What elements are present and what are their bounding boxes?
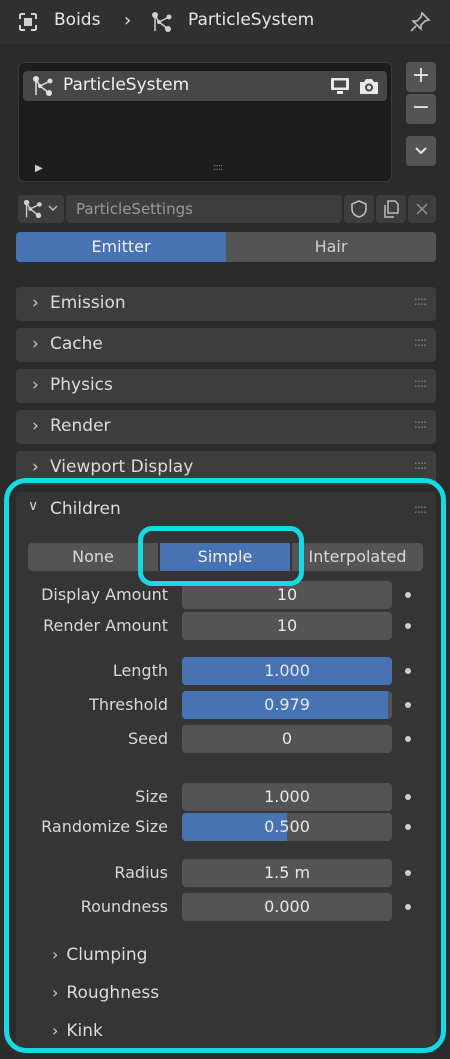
remove-particle-system-button[interactable]: − (406, 94, 436, 124)
chevron-right-icon: › (32, 293, 39, 313)
panel-cache[interactable]: › Cache :::: (16, 328, 436, 362)
breadcrumb-separator-icon: › (124, 10, 132, 31)
panel-label: Emission (50, 293, 126, 313)
particles-icon (23, 199, 42, 219)
panel-label: Physics (50, 375, 113, 395)
list-item[interactable]: ParticleSystem (23, 71, 387, 101)
panel-label: Viewport Display (50, 457, 194, 477)
chevron-right-icon: › (32, 375, 39, 395)
pin-icon[interactable] (408, 10, 432, 34)
particle-system-list[interactable]: ParticleSystem ▶ :::: (18, 62, 392, 182)
resize-grip-icon[interactable]: :::: (213, 162, 224, 173)
drag-handle-icon[interactable]: :::: (414, 335, 427, 349)
new-settings-button[interactable] (376, 195, 406, 223)
panel-label: Cache (50, 334, 103, 354)
monitor-icon[interactable] (329, 76, 351, 96)
particles-icon (152, 12, 172, 32)
tab-hair[interactable]: Hair (226, 232, 436, 262)
fake-user-button[interactable] (344, 195, 374, 223)
tab-emitter[interactable]: Emitter (16, 232, 226, 262)
duplicate-icon (384, 200, 399, 218)
close-icon (416, 203, 428, 215)
chevron-right-icon: › (32, 457, 39, 477)
panel-emission[interactable]: › Emission :::: (16, 287, 436, 321)
drag-handle-icon[interactable]: :::: (414, 458, 427, 472)
drag-handle-icon[interactable]: :::: (414, 376, 427, 390)
add-particle-system-button[interactable]: + (406, 62, 436, 92)
chevron-right-icon: › (32, 416, 39, 436)
panel-render[interactable]: › Render :::: (16, 410, 436, 444)
unlink-settings-button[interactable] (408, 195, 436, 223)
chevron-right-icon: › (32, 334, 39, 354)
settings-browse-button[interactable] (18, 195, 64, 223)
drag-handle-icon[interactable]: :::: (414, 294, 427, 308)
breadcrumb-object[interactable]: Boids (54, 10, 100, 30)
simple-highlight-outline (138, 526, 304, 586)
particles-icon (33, 76, 53, 96)
camera-icon[interactable] (357, 75, 381, 97)
panel-label: Render (50, 416, 111, 436)
specials-menu-button[interactable] (406, 136, 436, 166)
panel-physics[interactable]: › Physics :::: (16, 369, 436, 403)
settings-name-field[interactable]: ParticleSettings (66, 195, 342, 223)
drag-handle-icon[interactable]: :::: (414, 417, 427, 431)
shield-icon (351, 200, 367, 218)
chevron-down-icon (48, 205, 58, 212)
breadcrumb-particle-system[interactable]: ParticleSystem (188, 10, 314, 30)
object-icon (19, 13, 37, 31)
properties-header: Boids › ParticleSystem (0, 0, 450, 44)
expand-icon[interactable]: ▶ (35, 163, 43, 174)
chevron-down-icon (415, 147, 427, 155)
list-item-label: ParticleSystem (63, 75, 190, 95)
